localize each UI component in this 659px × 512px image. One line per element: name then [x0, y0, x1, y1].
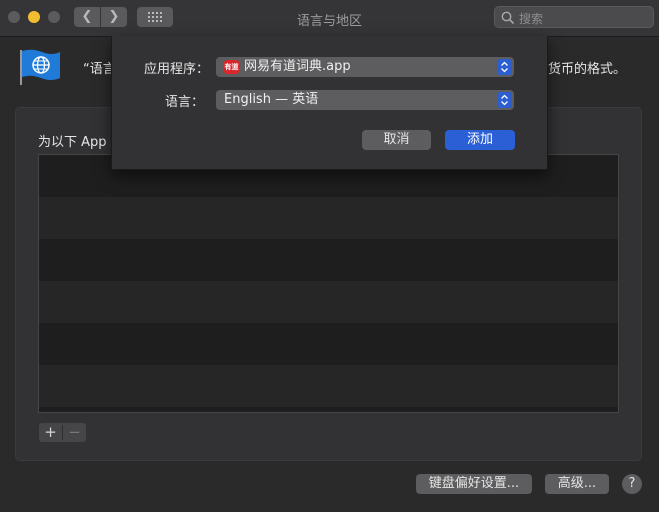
search-placeholder: 搜索: [519, 12, 544, 26]
language-label: 语言：: [164, 95, 204, 110]
add-button[interactable]: 添加: [445, 130, 515, 150]
add-app-button[interactable]: +: [39, 423, 62, 442]
apps-group-title: 为以下 App I: [38, 135, 115, 150]
app-label: 应用程序：: [144, 62, 210, 77]
table-row[interactable]: [39, 239, 618, 281]
table-row[interactable]: [39, 365, 618, 407]
title-bar: ❮ ❯ 语言与地区 搜索: [0, 0, 659, 37]
add-app-sheet: 应用程序： 有道 网易有道词典.app 语言： English — 英语 取消 …: [111, 36, 548, 170]
language-popup[interactable]: English — 英语: [216, 90, 514, 110]
advanced-button[interactable]: 高级...: [545, 474, 609, 494]
popup-arrows-icon: [497, 92, 512, 108]
header-description-tail: 货币的格式。: [548, 62, 627, 77]
table-row[interactable]: [39, 281, 618, 323]
flag-globe-icon: [20, 49, 60, 85]
language-popup-value: English — 英语: [224, 92, 319, 107]
popup-arrows-icon: [497, 59, 512, 75]
table-row[interactable]: [39, 323, 618, 365]
table-row[interactable]: [39, 197, 618, 239]
youdao-app-icon: 有道: [224, 60, 239, 74]
help-button[interactable]: ?: [622, 474, 642, 494]
app-popup-value: 网易有道词典.app: [244, 59, 351, 74]
search-icon: [501, 11, 514, 24]
search-field[interactable]: 搜索: [494, 6, 654, 28]
keyboard-preferences-button[interactable]: 键盘偏好设置...: [416, 474, 532, 494]
add-remove-control: + −: [39, 423, 86, 442]
cancel-button[interactable]: 取消: [362, 130, 431, 150]
apps-language-table[interactable]: [38, 154, 619, 413]
app-popup[interactable]: 有道 网易有道词典.app: [216, 57, 514, 77]
remove-app-button[interactable]: −: [63, 423, 86, 442]
